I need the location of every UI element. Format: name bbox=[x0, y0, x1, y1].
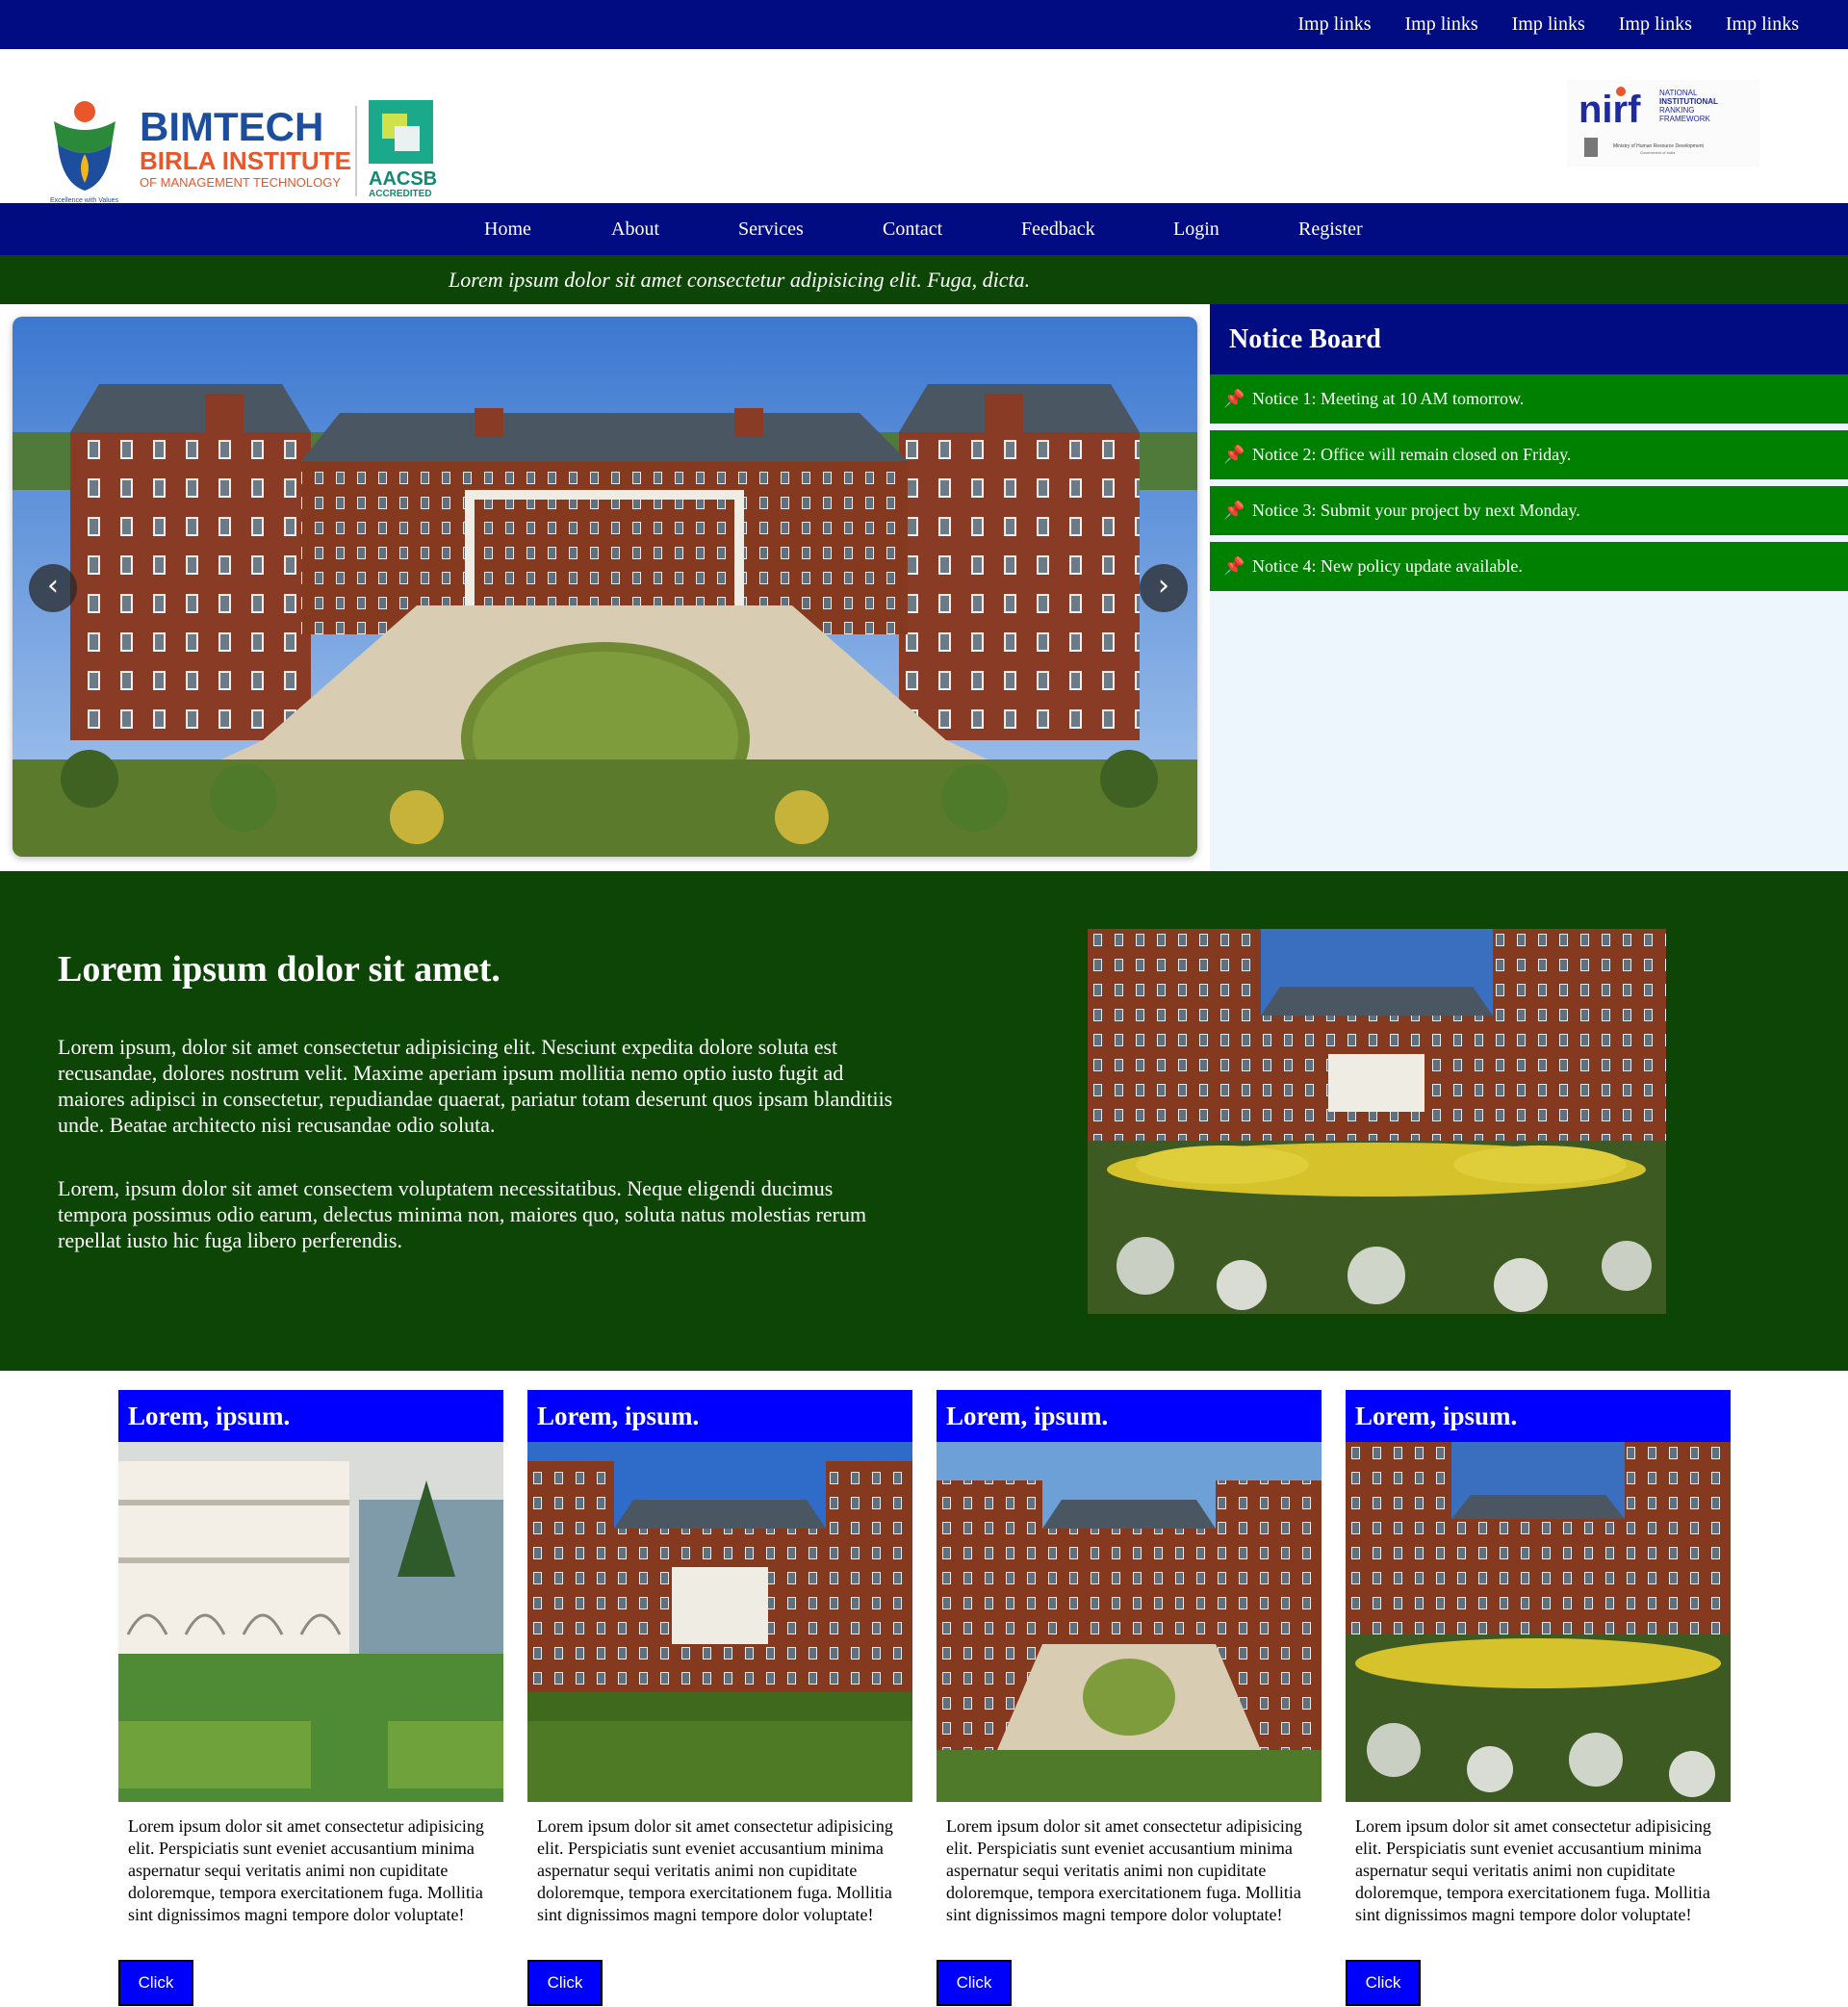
imp-link[interactable]: Imp links bbox=[1405, 13, 1478, 36]
card-click-button[interactable]: Click bbox=[118, 1960, 193, 2006]
pushpin-icon: 📌 bbox=[1223, 445, 1245, 464]
card-click-button[interactable]: Click bbox=[1346, 1960, 1421, 2006]
card-image bbox=[1346, 1442, 1731, 1802]
logo-line2: BIRLA INSTITUTE bbox=[140, 146, 351, 175]
notice-text: Notice 2: Office will remain closed on F… bbox=[1252, 445, 1572, 464]
card-text: Lorem ipsum dolor sit amet consectetur a… bbox=[537, 1816, 893, 1924]
card-click-button[interactable]: Click bbox=[937, 1960, 1012, 2006]
card-image bbox=[527, 1442, 912, 1802]
nav-login[interactable]: Login bbox=[1173, 203, 1219, 255]
slider-image bbox=[13, 317, 1197, 857]
main-nav: Home About Services Contact Feedback Log… bbox=[0, 203, 1848, 255]
card-header: Lorem, ipsum. bbox=[527, 1390, 912, 1442]
logo-name: BIMTECH bbox=[140, 104, 323, 149]
notice-board-header: Notice Board bbox=[1210, 304, 1848, 374]
card-text: Lorem ipsum dolor sit amet consectetur a… bbox=[1355, 1816, 1711, 1924]
nirf-line4: FRAMEWORK bbox=[1659, 115, 1711, 123]
nirf-govt: Government of India bbox=[1640, 150, 1676, 155]
site-header: Excellence with Values BIMTECH BIRLA INS… bbox=[0, 49, 1848, 204]
logo-line3: OF MANAGEMENT TECHNOLOGY bbox=[140, 175, 341, 190]
nirf-line3: RANKING bbox=[1659, 106, 1694, 115]
important-links: Imp links Imp links Imp links Imp links … bbox=[1297, 0, 1799, 49]
nirf-name: nirf bbox=[1578, 89, 1641, 131]
pushpin-icon: 📌 bbox=[1223, 389, 1245, 408]
nav-about[interactable]: About bbox=[611, 203, 659, 255]
notice-item[interactable]: 📌 Notice 1: Meeting at 10 AM tomorrow. bbox=[1210, 374, 1848, 424]
imp-link[interactable]: Imp links bbox=[1297, 13, 1371, 36]
about-section: Lorem ipsum dolor sit amet. Lorem ipsum,… bbox=[0, 871, 1848, 1371]
card-image bbox=[118, 1442, 503, 1802]
card-text: Lorem ipsum dolor sit amet consectetur a… bbox=[946, 1816, 1302, 1924]
card-title: Lorem, ipsum. bbox=[537, 1402, 700, 1430]
card-header: Lorem, ipsum. bbox=[118, 1390, 503, 1442]
card-title: Lorem, ipsum. bbox=[128, 1402, 291, 1430]
card-image bbox=[937, 1442, 1322, 1802]
card-click-button[interactable]: Click bbox=[527, 1960, 603, 2006]
pushpin-icon: 📌 bbox=[1223, 556, 1245, 576]
card-header: Lorem, ipsum. bbox=[937, 1390, 1322, 1442]
nav-feedback[interactable]: Feedback bbox=[1021, 203, 1095, 255]
about-heading: Lorem ipsum dolor sit amet. bbox=[58, 949, 500, 990]
nirf-line2: INSTITUTIONAL bbox=[1659, 97, 1718, 106]
nirf-logo[interactable]: nirf NATIONAL INSTITUTIONAL RANKING FRAM… bbox=[1567, 80, 1759, 167]
about-paragraph: Lorem ipsum, dolor sit amet consectetur … bbox=[58, 1035, 893, 1137]
notice-item[interactable]: 📌 Notice 2: Office will remain closed on… bbox=[1210, 430, 1848, 479]
notice-text: Notice 4: New policy update available. bbox=[1252, 556, 1523, 576]
imp-link[interactable]: Imp links bbox=[1512, 13, 1585, 36]
about-image bbox=[1088, 929, 1666, 1314]
top-bar: Imp links Imp links Imp links Imp links … bbox=[0, 0, 1848, 49]
notice-text: Notice 3: Submit your project by next Mo… bbox=[1252, 501, 1580, 520]
notice-board: Notice Board 📌 Notice 1: Meeting at 10 A… bbox=[1210, 304, 1848, 871]
about-paragraph: Lorem, ipsum dolor sit amet consectem vo… bbox=[58, 1176, 867, 1252]
slider-prev-button[interactable]: ‹ bbox=[29, 564, 77, 612]
notice-item[interactable]: 📌 Notice 4: New policy update available. bbox=[1210, 542, 1848, 591]
aacsb-label: AACSB bbox=[369, 168, 437, 190]
imp-link[interactable]: Imp links bbox=[1726, 13, 1799, 36]
card-header: Lorem, ipsum. bbox=[1346, 1390, 1731, 1442]
announcement-text: Lorem ipsum dolor sit amet consectetur a… bbox=[449, 268, 1031, 292]
notice-board-title: Notice Board bbox=[1229, 324, 1381, 354]
image-slider[interactable]: ‹ › bbox=[13, 317, 1197, 857]
nirf-ministry: Ministry of Human Resource Development bbox=[1613, 143, 1705, 149]
notice-text: Notice 1: Meeting at 10 AM tomorrow. bbox=[1252, 389, 1525, 408]
card-title: Lorem, ipsum. bbox=[946, 1402, 1109, 1430]
nav-register[interactable]: Register bbox=[1298, 203, 1363, 255]
nav-services[interactable]: Services bbox=[738, 203, 804, 255]
card-title: Lorem, ipsum. bbox=[1355, 1402, 1518, 1430]
nav-home[interactable]: Home bbox=[484, 203, 531, 255]
aacsb-sub: ACCREDITED bbox=[369, 189, 432, 199]
nirf-line1: NATIONAL bbox=[1659, 89, 1698, 97]
pushpin-icon: 📌 bbox=[1223, 501, 1245, 520]
notice-item[interactable]: 📌 Notice 3: Submit your project by next … bbox=[1210, 486, 1848, 535]
card-text: Lorem ipsum dolor sit amet consectetur a… bbox=[128, 1816, 484, 1924]
nav-contact[interactable]: Contact bbox=[883, 203, 942, 255]
imp-link[interactable]: Imp links bbox=[1619, 13, 1692, 36]
slider-next-button[interactable]: › bbox=[1140, 564, 1188, 612]
announcement-strip: Lorem ipsum dolor sit amet consectetur a… bbox=[0, 255, 1848, 304]
